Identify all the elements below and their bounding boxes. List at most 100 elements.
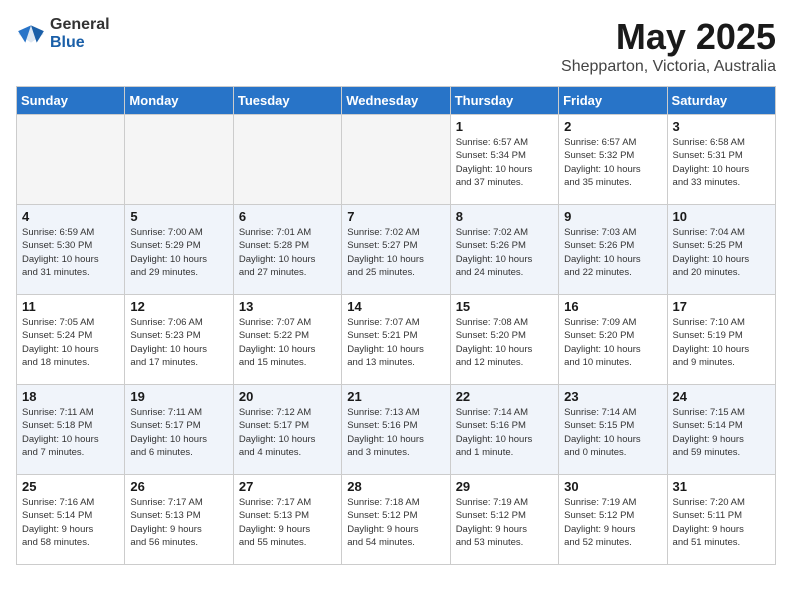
cell-info: Sunrise: 7:13 AM Sunset: 5:16 PM Dayligh… <box>347 406 444 459</box>
day-number: 3 <box>673 119 770 134</box>
cell-info: Sunrise: 7:19 AM Sunset: 5:12 PM Dayligh… <box>456 496 553 549</box>
page-header: General Blue May 2025 Shepparton, Victor… <box>16 16 776 76</box>
cell-day-12: 12Sunrise: 7:06 AM Sunset: 5:23 PM Dayli… <box>125 295 233 385</box>
day-number: 13 <box>239 299 336 314</box>
day-header-wednesday: Wednesday <box>342 87 450 115</box>
cell-day-30: 30 Sunrise: 7:19 AM Sunset: 5:12 PM Dayli… <box>559 475 667 565</box>
cell-day-4: 4Sunrise: 6:59 AM Sunset: 5:30 PM Daylig… <box>17 205 125 295</box>
week-row-4: 18Sunrise: 7:11 AM Sunset: 5:18 PM Dayli… <box>17 385 776 475</box>
day-header-sunday: Sunday <box>17 87 125 115</box>
logo-blue: Blue <box>50 34 85 51</box>
day-header-friday: Friday <box>559 87 667 115</box>
cell-info: Sunrise: 7:00 AM Sunset: 5:29 PM Dayligh… <box>130 226 227 279</box>
day-number: 1 <box>456 119 553 134</box>
cell-day-14: 14Sunrise: 7:07 AM Sunset: 5:21 PM Dayli… <box>342 295 450 385</box>
cell-info: Sunrise: 7:17 AM Sunset: 5:13 PM Dayligh… <box>239 496 336 549</box>
day-number: 20 <box>239 389 336 404</box>
day-number: 10 <box>673 209 770 224</box>
day-number: 24 <box>673 389 770 404</box>
cell-info: Sunrise: 7:16 AM Sunset: 5:14 PM Dayligh… <box>22 496 119 549</box>
day-number: 31 <box>673 479 770 494</box>
cell-info: Sunrise: 6:57 AM Sunset: 5:34 PM Dayligh… <box>456 136 553 189</box>
cell-info: Sunrise: 7:04 AM Sunset: 5:25 PM Dayligh… <box>673 226 770 279</box>
week-row-3: 11 Sunrise: 7:05 AM Sunset: 5:24 PM Dayli… <box>17 295 776 385</box>
cell-info: Sunrise: 7:17 AM Sunset: 5:13 PM Dayligh… <box>130 496 227 549</box>
calendar-table: SundayMondayTuesdayWednesdayThursdayFrid… <box>16 86 776 565</box>
cell-day-5: 5 Sunrise: 7:00 AM Sunset: 5:29 PM Daylig… <box>125 205 233 295</box>
cell-info: Sunrise: 7:05 AM Sunset: 5:24 PM Dayligh… <box>22 316 119 369</box>
cell-day-31: 31 Sunrise: 7:20 AM Sunset: 5:11 PM Dayli… <box>667 475 775 565</box>
cell-info: Sunrise: 7:10 AM Sunset: 5:19 PM Dayligh… <box>673 316 770 369</box>
day-number: 16 <box>564 299 661 314</box>
cell-info: Sunrise: 7:01 AM Sunset: 5:28 PM Dayligh… <box>239 226 336 279</box>
title-block: May 2025 Shepparton, Victoria, Australia <box>561 16 776 76</box>
calendar-title: May 2025 <box>561 16 776 58</box>
day-number: 9 <box>564 209 661 224</box>
cell-info: Sunrise: 6:59 AM Sunset: 5:30 PM Dayligh… <box>22 226 119 279</box>
logo: General Blue <box>16 16 110 52</box>
cell-info: Sunrise: 7:14 AM Sunset: 5:15 PM Dayligh… <box>564 406 661 459</box>
logo-icon <box>16 24 46 44</box>
week-row-5: 25 Sunrise: 7:16 AM Sunset: 5:14 PM Dayli… <box>17 475 776 565</box>
cell-day-24: 24 Sunrise: 7:15 AM Sunset: 5:14 PM Dayli… <box>667 385 775 475</box>
cell-empty <box>342 115 450 205</box>
cell-info: Sunrise: 7:09 AM Sunset: 5:20 PM Dayligh… <box>564 316 661 369</box>
day-number: 21 <box>347 389 444 404</box>
cell-info: Sunrise: 7:06 AM Sunset: 5:23 PM Dayligh… <box>130 316 227 369</box>
cell-info: Sunrise: 7:11 AM Sunset: 5:17 PM Dayligh… <box>130 406 227 459</box>
cell-day-26: 26Sunrise: 7:17 AM Sunset: 5:13 PM Dayli… <box>125 475 233 565</box>
cell-info: Sunrise: 6:58 AM Sunset: 5:31 PM Dayligh… <box>673 136 770 189</box>
cell-info: Sunrise: 7:14 AM Sunset: 5:16 PM Dayligh… <box>456 406 553 459</box>
calendar-subtitle: Shepparton, Victoria, Australia <box>561 58 776 76</box>
cell-info: Sunrise: 7:02 AM Sunset: 5:26 PM Dayligh… <box>456 226 553 279</box>
cell-empty <box>17 115 125 205</box>
cell-info: Sunrise: 7:11 AM Sunset: 5:18 PM Dayligh… <box>22 406 119 459</box>
cell-info: Sunrise: 7:12 AM Sunset: 5:17 PM Dayligh… <box>239 406 336 459</box>
day-number: 19 <box>130 389 227 404</box>
cell-day-2: 2 Sunrise: 6:57 AM Sunset: 5:32 PM Daylig… <box>559 115 667 205</box>
day-number: 6 <box>239 209 336 224</box>
day-header-saturday: Saturday <box>667 87 775 115</box>
day-number: 7 <box>347 209 444 224</box>
cell-day-19: 19 Sunrise: 7:11 AM Sunset: 5:17 PM Dayli… <box>125 385 233 475</box>
logo-general: General <box>50 16 110 33</box>
cell-day-28: 28 Sunrise: 7:18 AM Sunset: 5:12 PM Dayli… <box>342 475 450 565</box>
cell-info: Sunrise: 7:20 AM Sunset: 5:11 PM Dayligh… <box>673 496 770 549</box>
cell-info: Sunrise: 7:19 AM Sunset: 5:12 PM Dayligh… <box>564 496 661 549</box>
cell-day-22: 22 Sunrise: 7:14 AM Sunset: 5:16 PM Dayli… <box>450 385 558 475</box>
day-number: 28 <box>347 479 444 494</box>
day-number: 15 <box>456 299 553 314</box>
day-number: 17 <box>673 299 770 314</box>
cell-info: Sunrise: 7:18 AM Sunset: 5:12 PM Dayligh… <box>347 496 444 549</box>
day-number: 22 <box>456 389 553 404</box>
day-number: 27 <box>239 479 336 494</box>
cell-info: Sunrise: 7:07 AM Sunset: 5:22 PM Dayligh… <box>239 316 336 369</box>
cell-day-11: 11 Sunrise: 7:05 AM Sunset: 5:24 PM Dayli… <box>17 295 125 385</box>
day-number: 14 <box>347 299 444 314</box>
day-number: 11 <box>22 299 119 314</box>
cell-info: Sunrise: 7:15 AM Sunset: 5:14 PM Dayligh… <box>673 406 770 459</box>
day-number: 25 <box>22 479 119 494</box>
cell-empty <box>125 115 233 205</box>
cell-info: Sunrise: 7:03 AM Sunset: 5:26 PM Dayligh… <box>564 226 661 279</box>
day-header-thursday: Thursday <box>450 87 558 115</box>
day-header-monday: Monday <box>125 87 233 115</box>
cell-day-27: 27 Sunrise: 7:17 AM Sunset: 5:13 PM Dayli… <box>233 475 341 565</box>
day-number: 2 <box>564 119 661 134</box>
day-header-row: SundayMondayTuesdayWednesdayThursdayFrid… <box>17 87 776 115</box>
cell-day-17: 17 Sunrise: 7:10 AM Sunset: 5:19 PM Dayli… <box>667 295 775 385</box>
cell-info: Sunrise: 6:57 AM Sunset: 5:32 PM Dayligh… <box>564 136 661 189</box>
cell-day-13: 13 Sunrise: 7:07 AM Sunset: 5:22 PM Dayli… <box>233 295 341 385</box>
day-header-tuesday: Tuesday <box>233 87 341 115</box>
day-number: 5 <box>130 209 227 224</box>
cell-day-7: 7Sunrise: 7:02 AM Sunset: 5:27 PM Daylig… <box>342 205 450 295</box>
day-number: 8 <box>456 209 553 224</box>
cell-day-16: 16 Sunrise: 7:09 AM Sunset: 5:20 PM Dayli… <box>559 295 667 385</box>
cell-day-15: 15Sunrise: 7:08 AM Sunset: 5:20 PM Dayli… <box>450 295 558 385</box>
day-number: 30 <box>564 479 661 494</box>
cell-day-1: 1 Sunrise: 6:57 AM Sunset: 5:34 PM Daylig… <box>450 115 558 205</box>
cell-day-9: 9 Sunrise: 7:03 AM Sunset: 5:26 PM Daylig… <box>559 205 667 295</box>
cell-day-8: 8 Sunrise: 7:02 AM Sunset: 5:26 PM Daylig… <box>450 205 558 295</box>
cell-day-10: 10 Sunrise: 7:04 AM Sunset: 5:25 PM Dayli… <box>667 205 775 295</box>
week-row-1: 1 Sunrise: 6:57 AM Sunset: 5:34 PM Daylig… <box>17 115 776 205</box>
